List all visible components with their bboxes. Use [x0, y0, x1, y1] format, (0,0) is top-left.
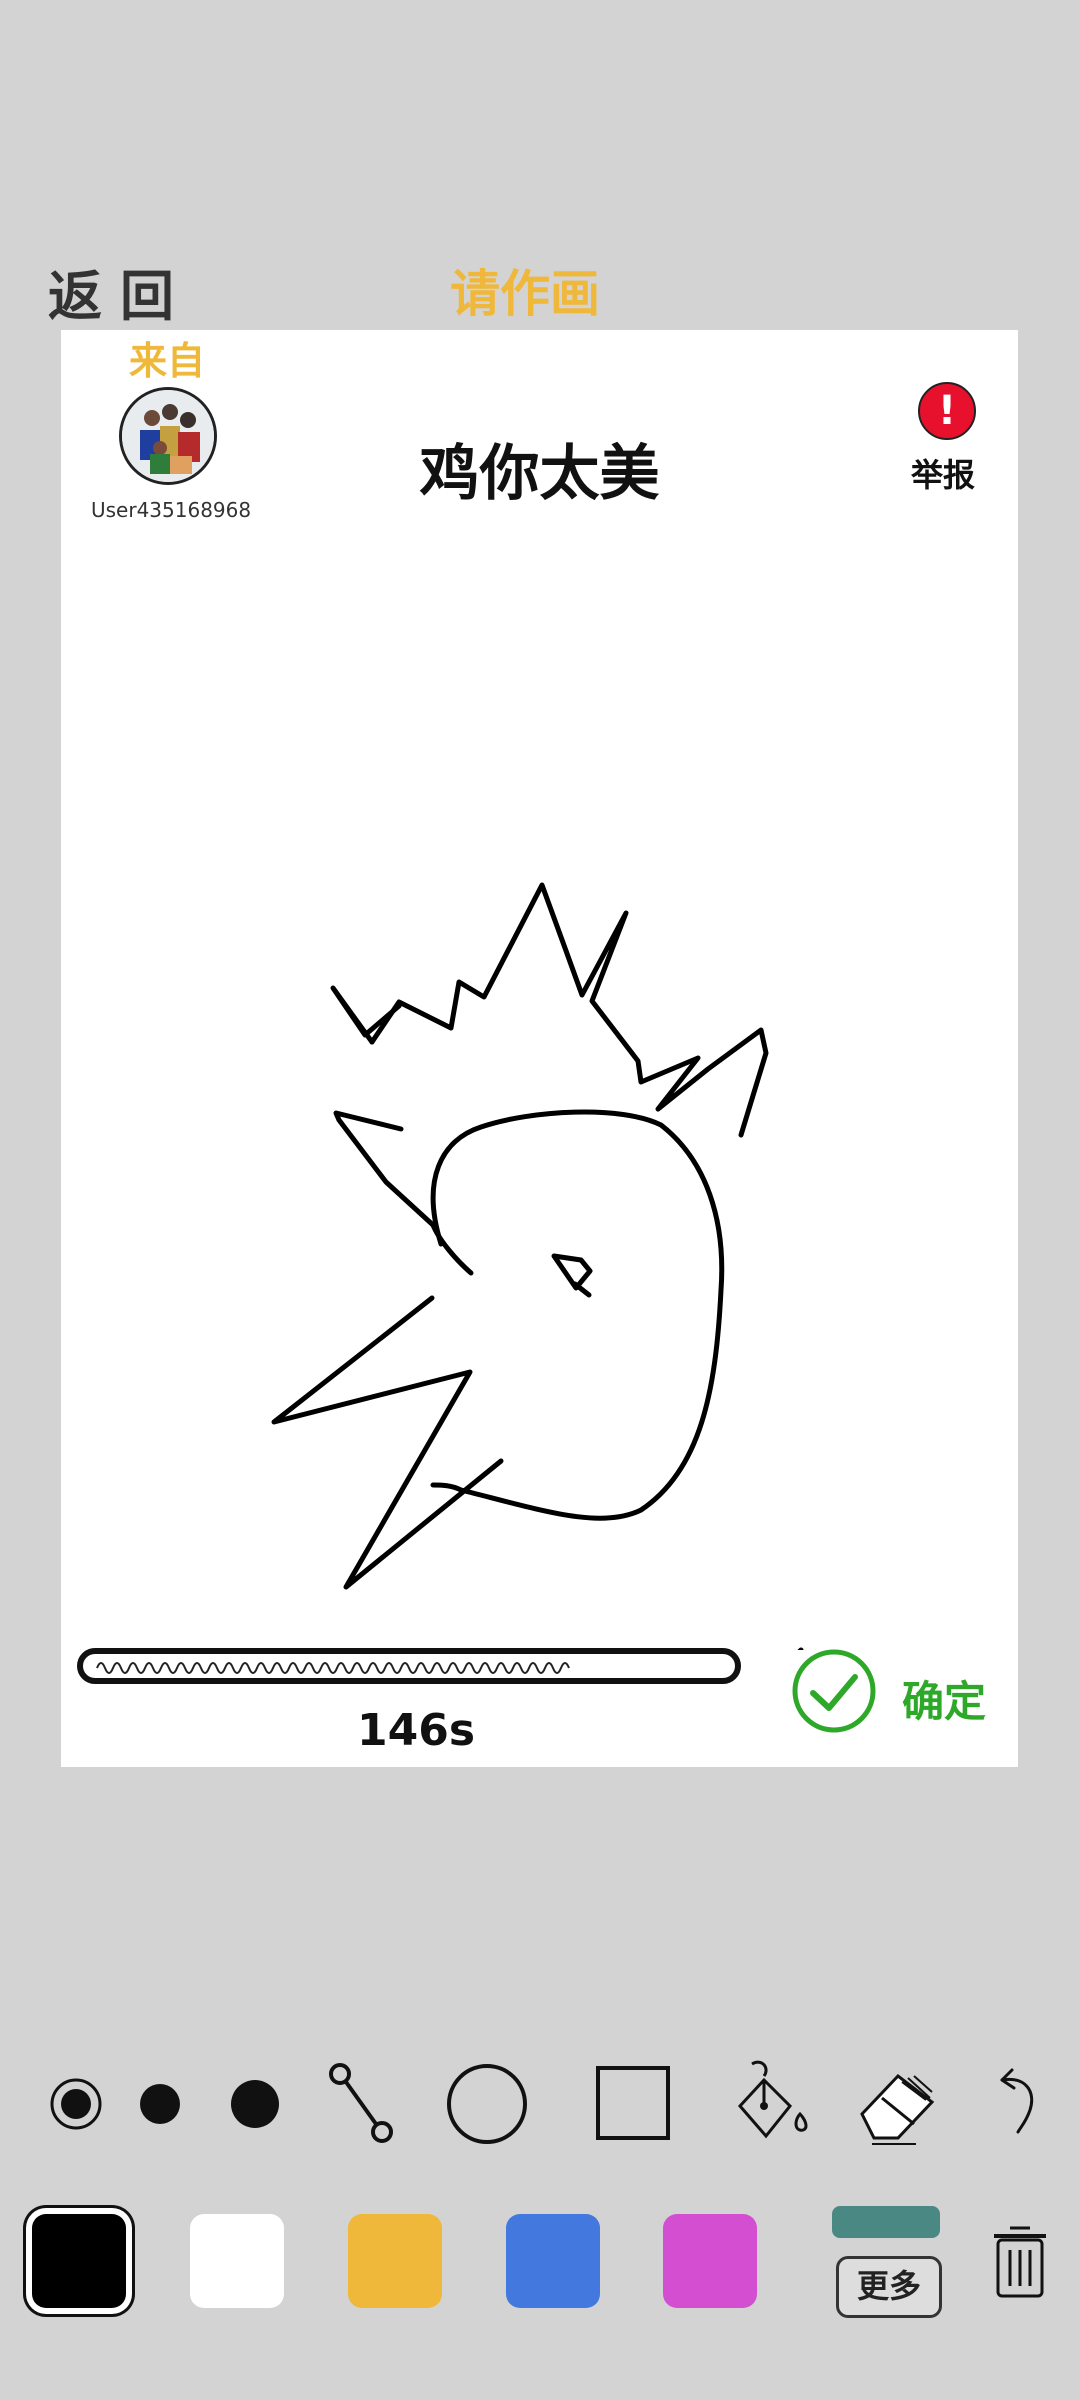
line-tool-icon[interactable]	[326, 2058, 396, 2148]
color-swatch-blue[interactable]	[506, 2214, 600, 2308]
check-circle-icon	[792, 1649, 876, 1733]
drawing-canvas[interactable]	[61, 570, 1018, 1650]
rectangle-tool-icon[interactable]	[594, 2058, 674, 2148]
more-label: 更多	[836, 2256, 942, 2318]
brush-size-small-selected-icon[interactable]	[48, 2058, 108, 2148]
confirm-label: 确定	[902, 1677, 987, 1726]
more-colors-button[interactable]: 更多	[832, 2206, 944, 2318]
report-icon[interactable]: !	[918, 382, 976, 440]
color-swatch-yellow[interactable]	[348, 2214, 442, 2308]
confirm-button[interactable]: 确定	[791, 1648, 1021, 1734]
undo-icon[interactable]	[992, 2058, 1040, 2148]
page-title: 请作画	[450, 265, 600, 323]
brush-size-medium-icon[interactable]	[136, 2058, 186, 2148]
circle-tool-icon[interactable]	[444, 2058, 530, 2148]
fill-bucket-icon[interactable]	[730, 2058, 812, 2148]
brush-size-large-icon[interactable]	[228, 2058, 284, 2148]
report-button[interactable]: 举报	[911, 450, 975, 496]
prompt-word: 鸡你太美	[419, 439, 660, 509]
trash-icon[interactable]	[990, 2222, 1050, 2302]
drawing-card: 来自 User435168968 鸡你太美 ! 举报 146s 确定	[61, 330, 1018, 1767]
countdown-timer: 146s	[357, 1705, 476, 1756]
time-progress-bar	[77, 1648, 741, 1684]
progress-squiggle	[96, 1662, 570, 1674]
back-button[interactable]: 返回	[48, 252, 192, 331]
eraser-icon[interactable]	[856, 2058, 938, 2148]
more-color-preview	[832, 2206, 940, 2238]
from-label: 来自	[129, 339, 206, 383]
color-swatch-black-selected[interactable]	[32, 2214, 126, 2308]
color-swatch-white[interactable]	[190, 2214, 284, 2308]
color-swatch-magenta[interactable]	[663, 2214, 757, 2308]
